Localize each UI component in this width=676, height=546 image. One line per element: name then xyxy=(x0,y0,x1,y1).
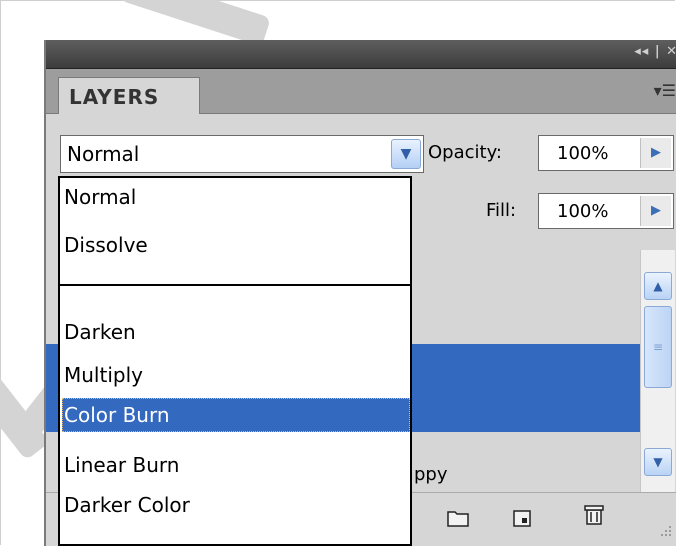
collapse-close-controls[interactable]: ◂◂ | ✕ xyxy=(634,44,676,59)
fill-label: Fill: xyxy=(486,200,517,221)
blend-option-color-burn[interactable]: Color Burn xyxy=(62,398,410,432)
blend-option-darker-color[interactable]: Darker Color xyxy=(62,488,410,522)
fill-value: 100% xyxy=(557,201,609,222)
scroll-up-icon[interactable]: ▲ xyxy=(644,272,672,300)
tab-layers-label: LAYERS xyxy=(69,85,160,109)
trash-icon[interactable] xyxy=(582,503,606,525)
opacity-slider-arrow-icon[interactable]: ▶ xyxy=(640,138,671,168)
blend-option-normal[interactable]: Normal xyxy=(62,180,410,214)
panel-menu-icon[interactable]: ▾☰ xyxy=(654,81,676,100)
blend-option-multiply[interactable]: Multiply xyxy=(62,358,410,392)
blend-option-dissolve[interactable]: Dissolve xyxy=(62,228,410,262)
blend-mode-dropdown-list[interactable]: Normal Dissolve Darken Multiply Color Bu… xyxy=(58,176,412,546)
new-layer-icon[interactable] xyxy=(510,507,534,529)
blend-mode-select[interactable]: Normal ▼ xyxy=(60,135,424,173)
dropdown-separator xyxy=(60,284,410,286)
blend-option-linear-burn[interactable]: Linear Burn xyxy=(62,448,410,482)
scroll-down-icon[interactable]: ▼ xyxy=(644,448,672,476)
layer-name[interactable]: ppy xyxy=(414,464,448,485)
panel-titlebar[interactable]: ◂◂ | ✕ xyxy=(46,40,676,69)
layers-scrollbar[interactable]: ▲ ≡ ▼ xyxy=(640,250,675,492)
blend-mode-value: Normal xyxy=(67,142,140,166)
blend-option-darken[interactable]: Darken xyxy=(62,315,410,349)
scroll-thumb[interactable]: ≡ xyxy=(644,306,672,388)
panel-tab-row: LAYERS ▾☰ xyxy=(46,69,676,114)
chevron-down-icon[interactable]: ▼ xyxy=(391,139,421,169)
new-group-folder-icon[interactable] xyxy=(446,507,470,529)
tab-layers[interactable]: LAYERS xyxy=(58,77,200,114)
opacity-value: 100% xyxy=(557,143,609,164)
opacity-field[interactable]: 100% ▶ xyxy=(538,135,674,171)
fill-field[interactable]: 100% ▶ xyxy=(538,193,674,229)
fill-slider-arrow-icon[interactable]: ▶ xyxy=(640,196,671,226)
resize-grip-icon[interactable] xyxy=(650,517,674,539)
opacity-label: Opacity: xyxy=(428,142,502,163)
